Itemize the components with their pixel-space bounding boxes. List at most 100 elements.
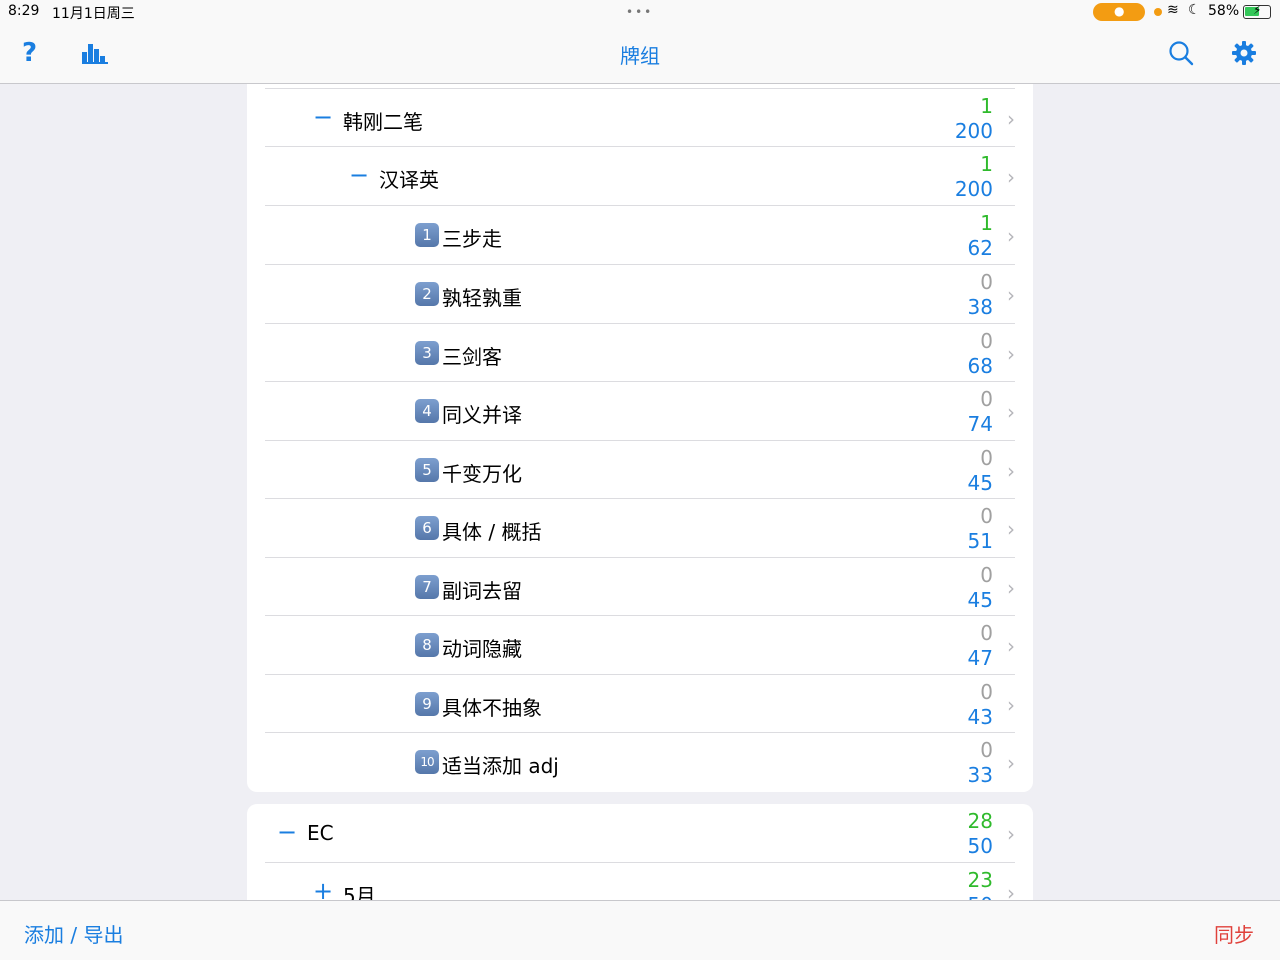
deck-label: 3 三剑客	[415, 341, 502, 370]
battery-icon: ⚡	[1243, 3, 1271, 19]
chevron-right-icon: ›	[1007, 400, 1015, 424]
total-count: 43	[967, 705, 993, 729]
navigation-bar: ? 牌组	[0, 24, 1280, 84]
deck-label: 8 动词隐藏	[415, 633, 522, 662]
multitasking-dots-icon[interactable]: •••	[626, 5, 653, 19]
deck-label-text: 千变万化	[442, 462, 522, 486]
deck-label-text: 同义并译	[442, 403, 522, 427]
gear-icon[interactable]	[1231, 40, 1257, 66]
deck-row-hanyiying[interactable]: − 汉译英 1 200 ›	[265, 146, 1015, 205]
total-count: 74	[967, 412, 993, 436]
chevron-right-icon: ›	[1007, 634, 1015, 658]
due-count: 0	[980, 446, 993, 470]
collapse-toggle[interactable]: −	[349, 161, 369, 189]
due-count: 1	[980, 152, 993, 176]
chevron-right-icon: ›	[1007, 342, 1015, 366]
sync-button[interactable]: 同步	[1214, 919, 1254, 948]
do-not-disturb-moon-icon: ☾	[1188, 2, 1201, 18]
number-badge-icon: 6	[415, 516, 439, 540]
chevron-right-icon: ›	[1007, 517, 1015, 541]
due-count: 23	[967, 868, 993, 892]
battery-percent: 58%	[1208, 3, 1240, 19]
deck-label-text: 动词隐藏	[442, 637, 522, 661]
deck-row-10[interactable]: 10 适当添加 adj 0 33 ›	[265, 732, 1015, 791]
deck-label: 7 副词去留	[415, 575, 522, 604]
total-count: 50	[967, 834, 993, 858]
deck-label: 汉译英	[379, 168, 439, 192]
search-icon[interactable]	[1168, 40, 1194, 66]
number-badge-icon: 4	[415, 399, 439, 423]
chevron-right-icon: ›	[1007, 107, 1015, 131]
deck-row-9[interactable]: 9 具体不抽象 0 43 ›	[265, 674, 1015, 733]
wifi-icon: ≋	[1167, 2, 1179, 18]
number-badge-icon: 9	[415, 692, 439, 716]
deck-label: 4 同义并译	[415, 399, 522, 428]
deck-row-4[interactable]: 4 同义并译 0 74 ›	[265, 381, 1015, 440]
add-export-button[interactable]: 添加 / 导出	[24, 919, 123, 948]
deck-row-6[interactable]: 6 具体 / 概括 0 51 ›	[265, 498, 1015, 557]
status-bar: 8:29 11月1日周三 ••• ● ≋ ☾ 58% ⚡	[0, 0, 1280, 24]
total-count: 68	[967, 354, 993, 378]
deck-row-5[interactable]: 5 千变万化 0 45 ›	[265, 440, 1015, 499]
chevron-right-icon: ›	[1007, 283, 1015, 307]
bottom-toolbar: 添加 / 导出 同步	[0, 900, 1280, 960]
total-count: 33	[967, 763, 993, 787]
number-badge-icon: 5	[415, 458, 439, 482]
chevron-right-icon: ›	[1007, 822, 1015, 846]
deck-row-ec[interactable]: − EC 28 50 ›	[265, 804, 1015, 863]
collapse-toggle[interactable]: −	[277, 818, 297, 846]
number-badge-icon: 10	[415, 750, 439, 774]
due-count: 28	[967, 809, 993, 833]
deck-label: 2 孰轻孰重	[415, 282, 522, 311]
microphone-indicator-icon: ●	[1093, 3, 1145, 21]
due-count: 1	[980, 211, 993, 235]
total-count: 45	[967, 471, 993, 495]
number-badge-icon: 7	[415, 575, 439, 599]
chevron-right-icon: ›	[1007, 224, 1015, 248]
chevron-right-icon: ›	[1007, 693, 1015, 717]
number-badge-icon: 1	[415, 223, 439, 247]
total-count: 45	[967, 588, 993, 612]
deck-label-text: 副词去留	[442, 579, 522, 603]
page-title: 牌组	[620, 44, 660, 68]
total-count: 200	[954, 119, 993, 143]
due-count: 0	[980, 504, 993, 528]
deck-label-text: 适当添加 adj	[442, 754, 559, 778]
deck-label-text: 孰轻孰重	[442, 286, 522, 310]
total-count: 47	[967, 646, 993, 670]
chevron-right-icon: ›	[1007, 751, 1015, 775]
deck-row-1[interactable]: 1 三步走 1 62 ›	[265, 205, 1015, 264]
due-count: 0	[980, 270, 993, 294]
deck-label: 6 具体 / 概括	[415, 516, 541, 545]
number-badge-icon: 8	[415, 633, 439, 657]
due-count: 0	[980, 563, 993, 587]
deck-row-7[interactable]: 7 副词去留 0 45 ›	[265, 557, 1015, 616]
deck-label-text: 三剑客	[442, 345, 502, 369]
deck-label: EC	[307, 821, 334, 845]
due-count: 0	[980, 329, 993, 353]
due-count: 1	[980, 94, 993, 118]
collapse-toggle[interactable]: −	[313, 103, 333, 131]
status-time: 8:29	[8, 3, 40, 19]
deck-label-text: 具体 / 概括	[442, 520, 542, 544]
deck-label-text: 三步走	[442, 227, 502, 251]
chevron-right-icon: ›	[1007, 576, 1015, 600]
status-date: 11月1日周三	[52, 6, 135, 22]
due-count: 0	[980, 621, 993, 645]
deck-row-3[interactable]: 3 三剑客 0 68 ›	[265, 323, 1015, 382]
deck-label-text: 具体不抽象	[442, 696, 542, 720]
number-badge-icon: 3	[415, 341, 439, 365]
privacy-dot-icon	[1154, 8, 1162, 16]
deck-row-8[interactable]: 8 动词隐藏 0 47 ›	[265, 615, 1015, 674]
deck-row-2[interactable]: 2 孰轻孰重 0 38 ›	[265, 264, 1015, 323]
deck-label: 9 具体不抽象	[415, 692, 542, 721]
due-count: 0	[980, 680, 993, 704]
total-count: 38	[967, 295, 993, 319]
deck-label: 5 千变万化	[415, 458, 522, 487]
deck-label: 10 适当添加 adj	[415, 750, 559, 779]
deck-label: 韩刚二笔	[343, 110, 423, 134]
deck-row-hangang[interactable]: − 韩刚二笔 1 200 ›	[265, 88, 1015, 147]
deck-list-card: − 韩刚二笔 1 200 › − 汉译英 1 200 › 1 三步走 1 62 ›…	[247, 84, 1033, 792]
total-count: 62	[967, 236, 993, 260]
total-count: 200	[954, 177, 993, 201]
